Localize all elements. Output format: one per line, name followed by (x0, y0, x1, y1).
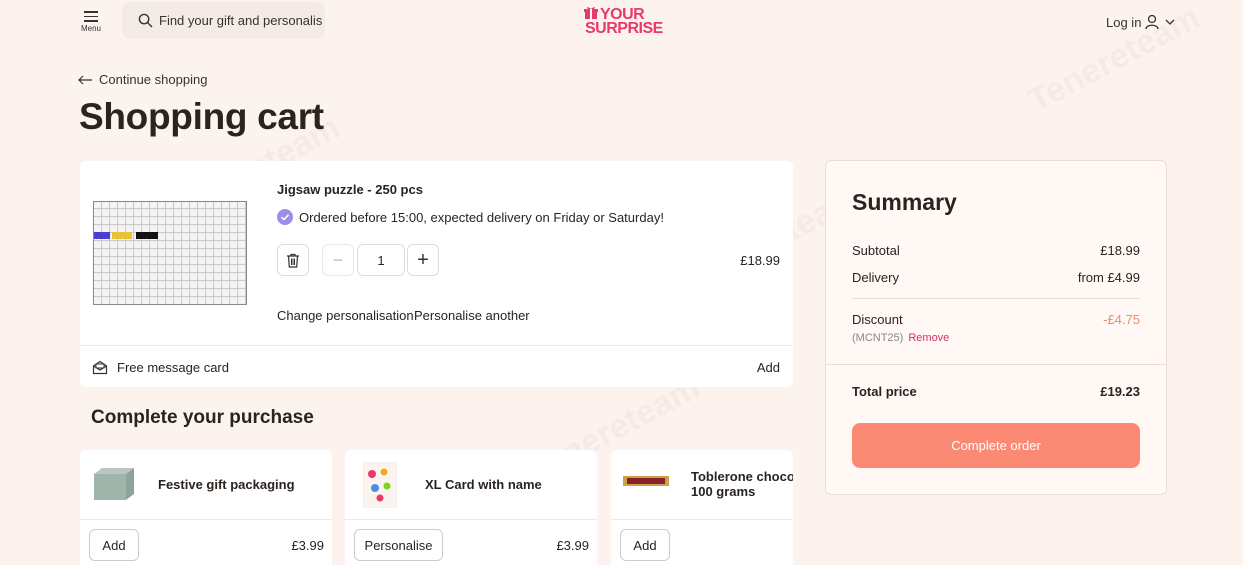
subtotal-value: £18.99 (1100, 243, 1140, 258)
increase-quantity-button[interactable]: + (407, 244, 439, 276)
change-personalisation-link[interactable]: Change personalisation (277, 308, 414, 323)
logo-line2: SURPRISE (585, 20, 663, 37)
total-value: £19.23 (1100, 384, 1140, 399)
item-price: £18.99 (740, 253, 780, 268)
total-label: Total price (852, 384, 917, 399)
product-name[interactable]: Jigsaw puzzle - 250 pcs (277, 182, 423, 197)
divider (826, 364, 1166, 365)
upsell-card: XL Card with name Personalise £3.99 (345, 450, 597, 565)
remove-promo-link[interactable]: Remove (908, 332, 949, 344)
divider (80, 519, 332, 520)
personalise-another-link[interactable]: Personalise another (414, 308, 530, 323)
divider (345, 519, 597, 520)
upsell-price: £3.99 (556, 538, 589, 553)
upsell-price: £3.99 (291, 538, 324, 553)
promo-code-info: (MCNT25) Remove (852, 332, 949, 344)
promo-code: (MCNT25) (852, 332, 904, 344)
decrease-quantity-button[interactable]: − (322, 244, 354, 276)
subtotal-label: Subtotal (852, 243, 900, 258)
summary-title: Summary (852, 189, 957, 215)
login-label: Log in (1106, 14, 1142, 30)
complete-purchase-title: Complete your purchase (91, 407, 314, 428)
upsell-card: Festive gift packaging Add £3.99 (80, 450, 332, 565)
search-input[interactable]: Find your gift and personalis (122, 2, 325, 39)
continue-shopping-link[interactable]: Continue shopping (78, 72, 207, 87)
image-detail (94, 232, 110, 239)
delivery-label: Delivery (852, 270, 899, 285)
discount-value: -£4.75 (1103, 312, 1140, 327)
image-detail (136, 232, 158, 239)
hamburger-icon (84, 11, 98, 22)
continue-shopping-label: Continue shopping (99, 72, 208, 87)
upsell-name: Toblerone chocolate 100 grams (691, 469, 793, 499)
upsell-personalise-button[interactable]: Personalise (354, 529, 443, 561)
brand-logo[interactable]: YOUR SURPRISE (584, 6, 664, 38)
divider (852, 298, 1140, 299)
delivery-info: Ordered before 15:00, expected delivery … (277, 209, 664, 225)
upsell-add-button[interactable]: Add (620, 529, 670, 561)
divider (80, 345, 793, 346)
cart-item-card: Jigsaw puzzle - 250 pcs Ordered before 1… (80, 161, 793, 387)
search-icon (138, 13, 153, 28)
complete-order-button[interactable]: Complete order (852, 423, 1140, 468)
page-title: Shopping cart (79, 96, 324, 137)
total-row: Total price £19.23 (852, 384, 1140, 399)
divider (611, 519, 793, 520)
search-placeholder: Find your gift and personalis (159, 13, 323, 28)
upsell-card: Toblerone chocolate 100 grams Add (611, 450, 793, 565)
envelope-icon (92, 360, 108, 375)
discount-row: Discount -£4.75 (852, 312, 1140, 327)
upsell-name: XL Card with name (425, 477, 542, 492)
card-image (363, 462, 397, 508)
gift-box-image (94, 468, 134, 500)
upsell-add-button[interactable]: Add (89, 529, 139, 561)
login-button[interactable]: Log in (1106, 12, 1175, 32)
user-icon (1145, 14, 1160, 30)
discount-label: Discount (852, 312, 903, 327)
check-circle-icon (277, 209, 293, 225)
arrow-left-icon (78, 75, 92, 84)
delivery-value: from £4.99 (1077, 270, 1140, 285)
delivery-row: Delivery from £4.99 (852, 270, 1140, 285)
message-card-add-link[interactable]: Add (757, 360, 780, 375)
remove-item-button[interactable] (277, 244, 309, 276)
trash-icon (287, 253, 299, 268)
product-image[interactable] (93, 201, 247, 305)
menu-button[interactable]: Menu (78, 8, 104, 34)
delivery-text: Ordered before 15:00, expected delivery … (299, 209, 664, 225)
chocolate-image (623, 476, 669, 486)
message-card-label: Free message card (117, 360, 229, 375)
image-detail (112, 232, 132, 239)
menu-label: Menu (80, 23, 101, 33)
subtotal-row: Subtotal £18.99 (852, 243, 1140, 258)
gift-icon (584, 7, 598, 19)
upsell-name: Festive gift packaging (158, 477, 295, 492)
chevron-down-icon (1165, 19, 1175, 25)
quantity-input[interactable] (357, 244, 405, 276)
order-summary: Summary Subtotal £18.99 Delivery from £4… (825, 160, 1167, 495)
